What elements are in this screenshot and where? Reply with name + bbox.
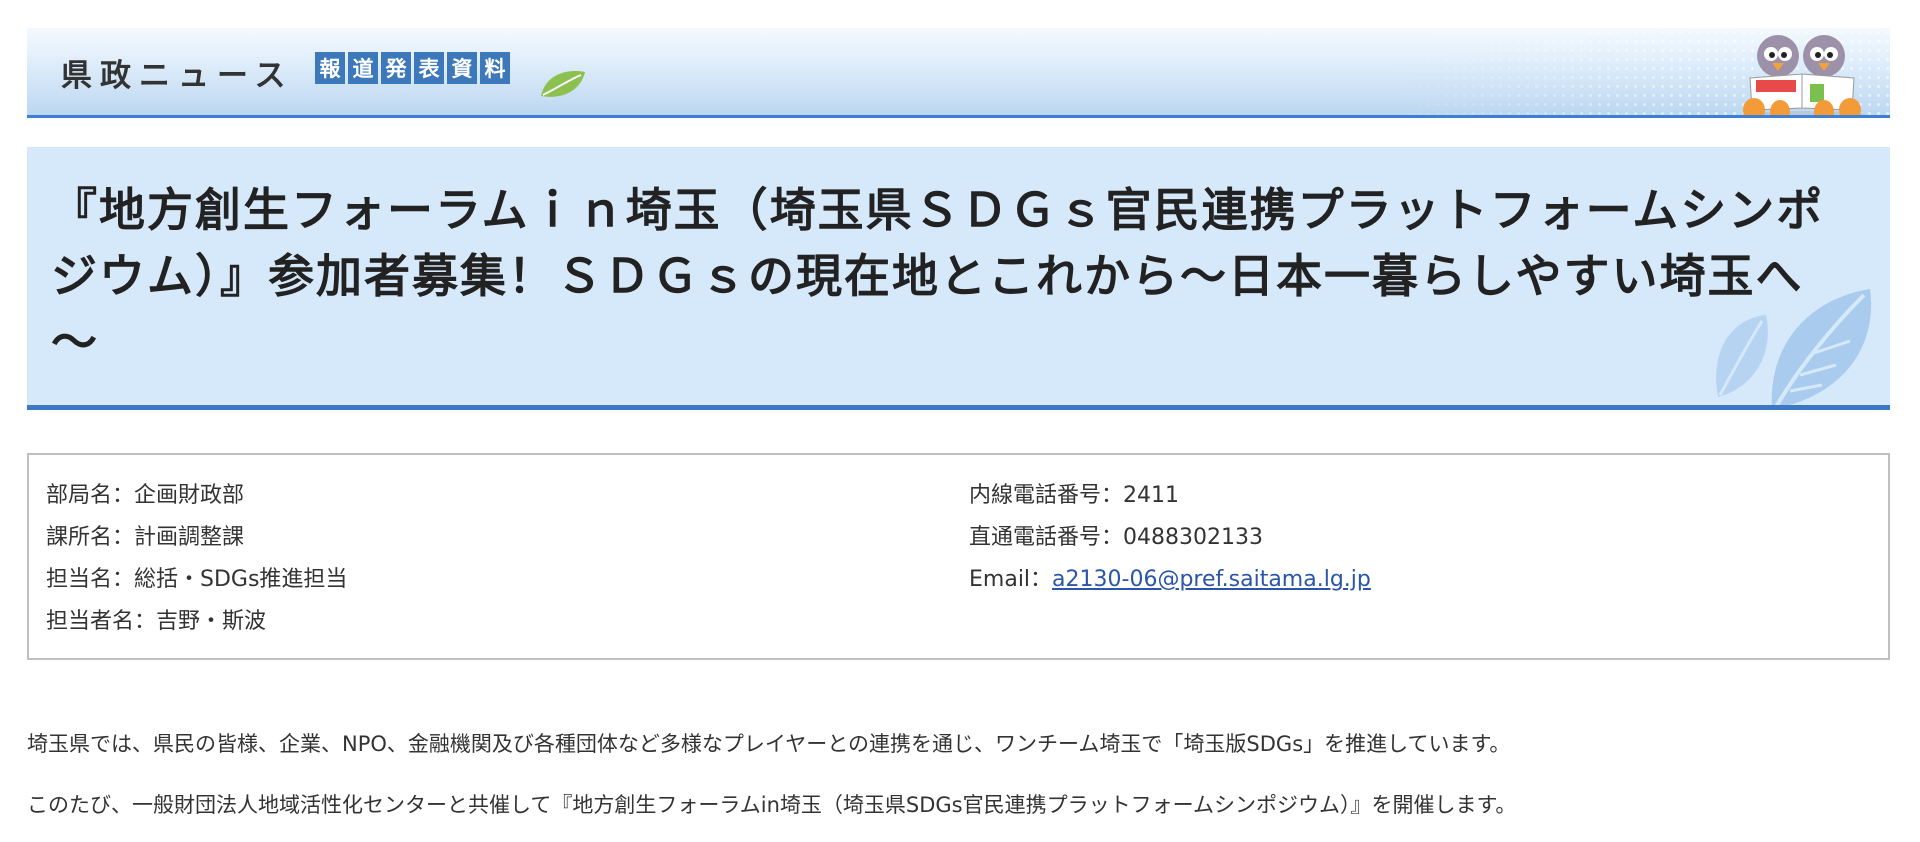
tag-char: 資 (447, 52, 477, 84)
news-banner: 県政ニュース 報 道 発 表 資 料 (27, 28, 1890, 118)
tag-char: 発 (381, 52, 411, 84)
staff-text: 担当者名：吉野・斯波 (46, 609, 267, 634)
tag-char: 報 (315, 52, 345, 84)
contact-info-box: 部局名：企画財政部 課所名：計画調整課 担当名：総括・SDGs推進担当 担当者名… (27, 453, 1890, 660)
leaf-icon (541, 71, 585, 97)
direct-phone-text: 直通電話番号：0488302133 (969, 525, 1263, 550)
tag-char: 道 (348, 52, 378, 84)
contact-right-column: 内線電話番号：2411 直通電話番号：0488302133 Email：a213… (969, 475, 1371, 601)
section-text: 担当名：総括・SDGs推進担当 (46, 567, 348, 592)
banner-title: 県政ニュース (61, 58, 294, 94)
department-text: 部局名：企画財政部 (46, 483, 245, 508)
tag-char: 表 (414, 52, 444, 84)
division-text: 課所名：計画調整課 (46, 525, 245, 550)
page-title: 『地方創生フォーラムｉｎ埼玉（埼玉県ＳＤＧｓ官民連携プラットフォームシンポジウム… (51, 183, 1825, 369)
extension-text: 内線電話番号：2411 (969, 483, 1179, 508)
email-row: Email：a2130-06@pref.saitama.lg.jp (969, 559, 1371, 601)
body-paragraph-2: このたび、一般財団法人地域活性化センターと共催して『地方創生フォーラムin埼玉（… (27, 793, 1517, 817)
tag-char: 料 (480, 52, 510, 84)
body-paragraph-1: 埼玉県では、県民の皆様、企業、NPO、金融機関及び各種団体など多様なプレイヤーと… (27, 732, 1511, 756)
press-release-tag: 報 道 発 表 資 料 (315, 52, 510, 84)
contact-left-column: 部局名：企画財政部 課所名：計画調整課 担当名：総括・SDGs推進担当 担当者名… (46, 475, 347, 643)
email-link[interactable]: a2130-06@pref.saitama.lg.jp (1052, 567, 1371, 592)
headline-panel: 『地方創生フォーラムｉｎ埼玉（埼玉県ＳＤＧｓ官民連携プラットフォームシンポジウム… (27, 147, 1890, 410)
email-label: Email： (969, 567, 1053, 592)
mascot-icon (1739, 35, 1869, 115)
